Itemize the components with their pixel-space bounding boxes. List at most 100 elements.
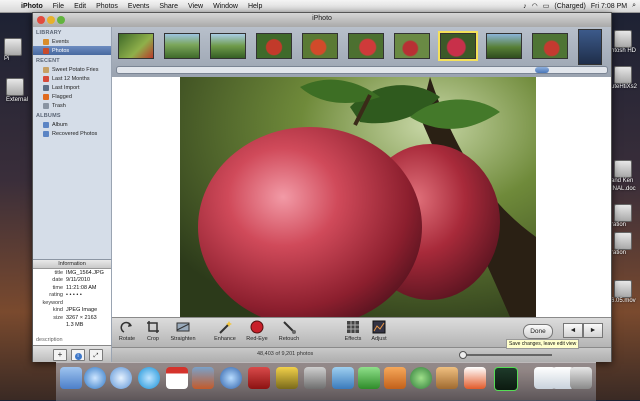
fullscreen-button[interactable]: ⤢ — [89, 349, 103, 361]
done-button[interactable]: Done — [523, 324, 553, 339]
filmstrip-thumbnail[interactable] — [348, 33, 384, 59]
clock[interactable]: Fri 7:08 PM — [591, 3, 627, 10]
sidebar-item-label: Sweet Potato Fries — [52, 66, 99, 73]
movie-file-icon[interactable] — [614, 280, 632, 298]
filmstrip-thumbnail[interactable] — [118, 33, 154, 59]
red-eye-button[interactable]: Red-Eye — [244, 320, 270, 342]
dvd-icon[interactable] — [248, 367, 270, 389]
menu-view[interactable]: View — [188, 3, 203, 10]
apple-photo-image — [180, 77, 536, 317]
info-row-rating: rating • • • • • — [33, 292, 111, 300]
hard-drive-icon[interactable] — [614, 30, 632, 48]
filmstrip-thumbnail[interactable] — [256, 33, 292, 59]
status-menus: ♪ ◠ ▭ (Charged) Fri 7:08 PM ⌕ — [523, 0, 636, 12]
sidebar-item-album[interactable]: Album — [33, 120, 111, 129]
app-icon[interactable] — [464, 367, 486, 389]
app-icon[interactable] — [436, 367, 458, 389]
sidebar-item-sweet-potato-fries[interactable]: Sweet Potato Fries — [33, 65, 111, 74]
external-drive-icon[interactable] — [6, 78, 24, 96]
previous-photo-button[interactable]: ◄ — [563, 323, 583, 338]
photo-apple[interactable] — [180, 77, 536, 317]
sidebar-item-events[interactable]: Events — [33, 37, 111, 46]
crop-button[interactable]: Crop — [142, 320, 164, 342]
ichat-icon[interactable] — [110, 367, 132, 389]
menu-photos[interactable]: Photos — [96, 3, 118, 10]
safari-icon[interactable] — [84, 367, 106, 389]
finder-icon[interactable] — [60, 367, 82, 389]
menu-app-name[interactable]: iPhoto — [21, 3, 43, 10]
info-key: date — [52, 277, 63, 284]
info-value-time[interactable]: 11:21:08 AM — [66, 285, 96, 291]
iphoto-icon[interactable] — [192, 367, 214, 389]
zoom-slider[interactable] — [459, 351, 552, 359]
sidebar-item-trash[interactable]: Trash — [33, 101, 111, 110]
menu-events[interactable]: Events — [128, 3, 149, 10]
itunes-icon[interactable] — [220, 367, 242, 389]
events-icon — [43, 38, 49, 45]
filmstrip-thumbnail[interactable] — [302, 33, 338, 59]
app-icon[interactable] — [410, 367, 432, 389]
straighten-button[interactable]: Straighten — [168, 320, 198, 342]
menu-file[interactable]: File — [53, 3, 64, 10]
adjust-button[interactable]: Adjust — [368, 320, 390, 342]
activity-monitor-icon[interactable] — [494, 367, 518, 391]
volume-icon[interactable]: ♪ — [523, 3, 527, 10]
filmstrip-scrollbar[interactable] — [116, 66, 608, 74]
menu-window[interactable]: Window — [213, 3, 238, 10]
puzzle-icon[interactable] — [276, 367, 298, 389]
desktop-label: uteHtiXs2 — [611, 84, 638, 90]
filmstrip-scroll-thumb[interactable] — [535, 67, 549, 73]
recent-header: RECENT — [36, 58, 60, 64]
add-button[interactable]: + — [53, 349, 67, 361]
menu-edit[interactable]: Edit — [74, 3, 86, 10]
spotlight-icon[interactable]: ⌕ — [632, 2, 636, 10]
menu-share[interactable]: Share — [159, 3, 178, 10]
app-icon[interactable] — [384, 367, 406, 389]
menu-help[interactable]: Help — [248, 3, 262, 10]
filmstrip-thumbnail[interactable] — [532, 33, 568, 59]
photos-icon — [43, 47, 49, 54]
zoom-slider-knob[interactable] — [459, 351, 467, 359]
sidebar-item-last-12-months[interactable]: Last 12 Months — [33, 74, 111, 83]
app-icon[interactable] — [358, 367, 380, 389]
effects-button[interactable]: Effects — [342, 320, 364, 342]
rotate-button[interactable]: Rotate — [116, 320, 138, 342]
sidebar-item-recovered-photos[interactable]: Recovered Photos — [33, 129, 111, 138]
information-header[interactable]: Information — [33, 260, 111, 269]
filmstrip-thumbnail[interactable] — [394, 33, 430, 59]
sidebar-item-flagged[interactable]: Flagged — [33, 92, 111, 101]
filmstrip-thumbnail[interactable] — [578, 29, 602, 65]
filmstrip-thumbnail[interactable] — [164, 33, 200, 59]
document-icon[interactable] — [614, 160, 632, 178]
rating-stars[interactable]: • • • • • — [66, 292, 82, 298]
document-icon[interactable] — [614, 232, 632, 250]
filmstrip-thumbnail[interactable] — [486, 33, 522, 59]
app-icon[interactable] — [332, 367, 354, 389]
filmstrip-thumbnail-selected[interactable] — [438, 31, 478, 61]
document-icon[interactable] — [614, 66, 632, 84]
trash-icon — [43, 102, 49, 109]
sidebar-item-photos[interactable]: Photos — [33, 46, 111, 55]
document-icon[interactable] — [614, 204, 632, 222]
battery-icon[interactable]: ▭ — [543, 2, 550, 10]
description-field[interactable]: description — [36, 337, 63, 343]
desktop-file-icon[interactable] — [4, 38, 22, 56]
system-preferences-icon[interactable] — [304, 367, 326, 389]
battery-status[interactable]: (Charged) — [554, 3, 586, 10]
info-button[interactable]: i — [71, 349, 85, 361]
info-value-date[interactable]: 9/11/2010 — [66, 277, 90, 283]
sidebar-item-last-import[interactable]: Last Import — [33, 83, 111, 92]
retouch-button[interactable]: Retouch — [276, 320, 302, 342]
skype-icon[interactable] — [138, 367, 160, 389]
info-value-title[interactable]: IMG_1564.JPG — [66, 270, 104, 276]
tool-label: Straighten — [170, 336, 196, 342]
wifi-icon[interactable]: ◠ — [532, 2, 538, 10]
desktop-label: ration — [611, 250, 627, 256]
next-photo-button[interactable]: ► — [583, 323, 603, 338]
filmstrip-thumbnail[interactable] — [210, 33, 246, 59]
trash-icon[interactable] — [570, 367, 592, 389]
sidebar-item-label: Last 12 Months — [52, 75, 90, 82]
ical-icon[interactable] — [166, 367, 188, 389]
enhance-button[interactable]: Enhance — [212, 320, 238, 342]
title-bar[interactable]: iPhoto — [33, 13, 611, 28]
